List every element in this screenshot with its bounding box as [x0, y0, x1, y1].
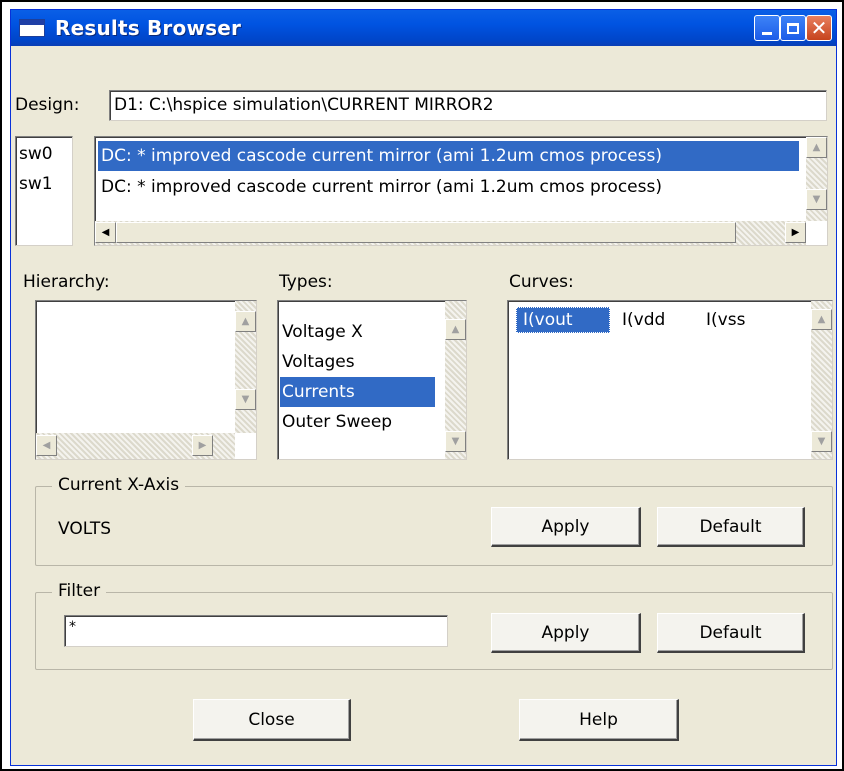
sweep-id-item[interactable]: sw0 — [19, 139, 53, 169]
results-browser-window: Results Browser ✕ Design: D1: C:\hspice … — [10, 9, 837, 766]
sweep-vertical-scrollbar[interactable]: ▲ ▼ — [806, 137, 827, 221]
scroll-down-icon[interactable]: ▼ — [806, 189, 827, 210]
hierarchy-horizontal-scrollbar[interactable]: ◀ ▶ — [36, 433, 235, 459]
close-button[interactable]: Close — [193, 699, 351, 741]
x-axis-default-button[interactable]: Default — [657, 507, 805, 547]
sweep-description-item[interactable]: DC: * improved cascode current mirror (a… — [98, 141, 799, 171]
scroll-left-icon[interactable]: ◀ — [36, 435, 57, 456]
scroll-up-icon[interactable]: ▲ — [806, 137, 827, 158]
window-icon — [19, 19, 45, 37]
curve-item[interactable]: I(vdd — [620, 305, 667, 335]
types-label: Types: — [279, 272, 333, 292]
title-bar[interactable]: Results Browser ✕ — [11, 10, 836, 46]
curve-item-selected[interactable]: I(vout — [516, 307, 610, 333]
help-button[interactable]: Help — [519, 699, 679, 741]
scroll-thumb[interactable] — [116, 222, 736, 243]
filter-default-button[interactable]: Default — [657, 613, 805, 653]
x-axis-group-title: Current X-Axis — [52, 475, 186, 495]
types-item[interactable]: Voltages — [280, 347, 357, 377]
minimize-button[interactable] — [754, 15, 780, 41]
scroll-down-icon[interactable]: ▼ — [445, 431, 466, 452]
design-label: Design: — [15, 95, 80, 115]
sweep-id-item[interactable]: sw1 — [19, 169, 53, 199]
sweep-horizontal-scrollbar[interactable]: ◀ ▶ — [95, 221, 806, 245]
hierarchy-vertical-scrollbar[interactable]: ▲ ▼ — [235, 301, 256, 433]
sweep-id-list[interactable]: sw0 sw1 — [15, 136, 73, 246]
curves-vertical-scrollbar[interactable]: ▲ ▼ — [811, 301, 832, 459]
design-field[interactable]: D1: C:\hspice simulation\CURRENT MIRROR2 — [109, 90, 827, 121]
types-item-selected[interactable]: Currents — [280, 377, 435, 407]
scroll-up-icon[interactable]: ▲ — [445, 319, 466, 340]
scroll-up-icon[interactable]: ▲ — [235, 311, 256, 332]
sweep-description-list[interactable]: DC: * improved cascode current mirror (a… — [94, 136, 828, 246]
scroll-right-icon[interactable]: ▶ — [785, 222, 806, 243]
types-list[interactable]: Voltage X Voltages Currents Outer Sweep … — [277, 300, 467, 460]
curve-item[interactable]: I(vss — [704, 305, 747, 335]
hierarchy-label: Hierarchy: — [23, 272, 110, 292]
minimize-icon — [762, 31, 772, 35]
sweep-description-item[interactable]: DC: * improved cascode current mirror (a… — [98, 172, 662, 202]
window-title: Results Browser — [55, 16, 242, 40]
screenshot-frame: Results Browser ✕ Design: D1: C:\hspice … — [0, 0, 844, 771]
types-item[interactable]: Outer Sweep — [280, 407, 394, 437]
x-axis-group: Current X-Axis VOLTS Apply Default — [35, 475, 833, 566]
curves-list[interactable]: I(vout I(vdd I(vss ▲ ▼ — [507, 300, 833, 460]
scroll-down-icon[interactable]: ▼ — [811, 431, 832, 452]
types-vertical-scrollbar[interactable]: ▲ ▼ — [445, 301, 466, 459]
close-icon: ✕ — [810, 16, 828, 40]
x-axis-value: VOLTS — [58, 519, 112, 539]
types-item[interactable]: Voltage X — [280, 317, 365, 347]
filter-group: Filter * Apply Default — [35, 581, 833, 670]
close-window-button[interactable]: ✕ — [806, 15, 832, 41]
scroll-right-icon[interactable]: ▶ — [192, 435, 213, 456]
hierarchy-list[interactable]: ▲ ▼ ◀ ▶ — [35, 300, 257, 460]
scroll-up-icon[interactable]: ▲ — [811, 309, 832, 330]
scroll-left-icon[interactable]: ◀ — [95, 222, 116, 243]
x-axis-apply-button[interactable]: Apply — [491, 507, 641, 547]
curves-label: Curves: — [509, 272, 574, 292]
scroll-down-icon[interactable]: ▼ — [235, 389, 256, 410]
maximize-button[interactable] — [780, 15, 806, 41]
maximize-icon — [787, 22, 799, 34]
filter-apply-button[interactable]: Apply — [491, 613, 641, 653]
filter-input[interactable]: * — [64, 615, 448, 647]
filter-group-title: Filter — [52, 581, 107, 601]
